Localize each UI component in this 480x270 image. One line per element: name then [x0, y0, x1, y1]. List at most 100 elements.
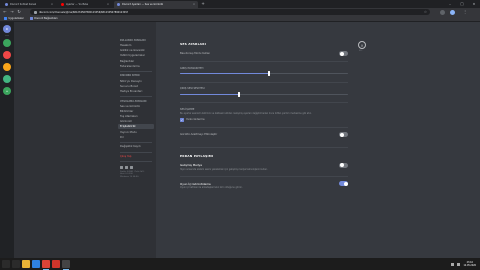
minimize-icon[interactable]: –	[444, 0, 456, 8]
network-icon[interactable]	[451, 262, 455, 266]
bookmark-label: Discord Bağlantıları	[34, 17, 58, 20]
discord-favicon-icon	[5, 3, 8, 6]
nav-divider	[120, 151, 152, 152]
divider	[180, 81, 348, 82]
bookmark-apps[interactable]: Uygulamalar	[4, 17, 24, 20]
maximize-icon[interactable]: □	[456, 0, 468, 8]
clock-date: 12.05.2020	[463, 264, 476, 267]
close-window-icon[interactable]: ×	[468, 0, 480, 8]
push-to-talk-row: Bas-Konuş Modu Kullan	[180, 51, 348, 56]
noise-label: Gürültü Azaltmayı Etkinleştir	[180, 133, 218, 136]
bookmark-label: Uygulamalar	[8, 17, 24, 20]
sensitivity-slider[interactable]	[180, 71, 348, 77]
add-server-icon[interactable]: +	[3, 87, 11, 95]
slider-fill	[180, 93, 239, 95]
section-divider	[180, 147, 348, 148]
slider-thumb[interactable]	[268, 71, 270, 76]
volume-icon[interactable]	[457, 262, 461, 266]
nav-divider	[120, 161, 152, 162]
nav-item-authorized-apps[interactable]: Yetkili Uygulamalar	[118, 53, 154, 58]
opera-icon[interactable]	[52, 260, 60, 268]
chrome-icon[interactable]	[42, 260, 50, 270]
close-tab-icon[interactable]: ×	[107, 3, 109, 6]
settings-content: Ses Ayarları Bas-Konuş Modu Kullan Giriş…	[156, 22, 480, 258]
nav-item-whats-new[interactable]: Değişiklik Kaydı	[118, 144, 154, 149]
nav-divider	[120, 96, 152, 97]
close-tab-icon[interactable]: ×	[51, 3, 53, 6]
forward-icon[interactable]: →	[9, 9, 15, 15]
server-icon[interactable]	[3, 75, 11, 83]
terminal-icon[interactable]	[62, 260, 70, 270]
reload-icon[interactable]: ↻	[16, 9, 22, 15]
stream-toggle[interactable]	[339, 162, 348, 168]
server-list: D +	[0, 22, 14, 258]
extension-icon[interactable]	[440, 9, 445, 15]
volume-slider[interactable]	[180, 91, 348, 97]
search-icon[interactable]	[12, 260, 20, 268]
menu-icon[interactable]: ⋮	[462, 9, 468, 15]
toggle-knob	[339, 132, 344, 137]
logout-button[interactable]: Çıkış Yap	[118, 154, 154, 159]
nav-item-nitro[interactable]: Nitro'yu Deneyin	[118, 78, 154, 83]
facebook-icon[interactable]	[125, 165, 128, 169]
version-line: Windows 10 64-Bit	[120, 176, 139, 179]
clock[interactable]: 23:16 12.05.2020	[463, 261, 476, 267]
nav-item-billing[interactable]: Faturalandırma	[118, 64, 154, 69]
youtube-favicon-icon	[61, 3, 64, 6]
echo-label: Yankı Giderme	[186, 118, 205, 121]
tab-title: Discord Ayarları — Ses ve Görüntü	[122, 3, 164, 6]
close-settings-button[interactable]: ×	[358, 41, 366, 49]
overlay-toggle[interactable]	[339, 181, 348, 186]
nav-header-app: Uygulama Ayarları	[120, 99, 147, 103]
new-tab-icon[interactable]: +	[200, 1, 206, 7]
browser-tab-3-active[interactable]: Discord Ayarları — Ses ve Görüntü ×	[114, 1, 198, 8]
home-discord-icon[interactable]: D	[3, 25, 11, 33]
slider-fill	[180, 73, 270, 74]
close-tab-icon[interactable]: ×	[193, 3, 195, 6]
processing-description: Bu ayarlar sesinizin iletimini ve kalite…	[180, 111, 312, 115]
bookmark-discord[interactable]: Discord Bağlantıları	[29, 17, 58, 20]
stream-label: Gelişmiş Medya	[180, 163, 203, 167]
sensitivity-caption: Giriş Hassasiyeti	[180, 66, 204, 70]
social-links	[118, 164, 154, 171]
back-icon[interactable]: ←	[2, 9, 8, 15]
nav-item-connections[interactable]: Bağlantılar	[118, 59, 154, 64]
noise-toggle[interactable]	[339, 132, 348, 137]
server-icon[interactable]	[3, 63, 11, 71]
toggle-knob	[339, 163, 344, 167]
browser-tab-2[interactable]: Ayarlar — YouTube ×	[58, 1, 112, 8]
section-title-voice: Ses Ayarları	[180, 42, 207, 46]
server-icon[interactable]	[3, 51, 11, 59]
start-menu-icon[interactable]	[2, 260, 10, 268]
slider-thumb[interactable]	[238, 91, 240, 97]
processing-caption: Ses İşleme	[180, 107, 195, 111]
browser-tabstrip: Discord Sohbet Kanalı × Ayarlar — YouTub…	[0, 0, 480, 8]
section-title-screen: Ekran Paylaşımı	[180, 153, 214, 158]
nav-item-voice-video[interactable]: Ses ve Görüntü	[118, 104, 154, 109]
browser-tab-1[interactable]: Discord Sohbet Kanalı ×	[2, 1, 56, 8]
nav-item-language[interactable]: Dil	[118, 135, 154, 140]
divider	[180, 126, 348, 127]
divider	[180, 175, 348, 176]
echo-row: ✓ Yankı Giderme	[180, 117, 348, 122]
server-divider	[5, 35, 9, 36]
file-explorer-icon[interactable]	[22, 260, 30, 268]
nav-item-streamer-mode[interactable]: Yayıncı Modu	[118, 129, 154, 134]
lock-icon	[34, 10, 37, 14]
twitter-icon[interactable]	[120, 165, 123, 169]
nav-item-gift-inventory[interactable]: Hediye Envanteri	[118, 89, 154, 94]
edge-icon[interactable]	[32, 260, 40, 268]
echo-checkbox[interactable]: ✓	[180, 117, 184, 122]
profile-avatar-icon[interactable]	[450, 9, 455, 15]
instagram-icon[interactable]	[130, 165, 133, 169]
server-icon[interactable]	[3, 39, 11, 47]
system-tray: 23:16 12.05.2020	[451, 258, 476, 270]
volume-caption: Çıkış Sesi Seviyesi	[180, 87, 205, 90]
bookmark-star-icon[interactable]: ☆	[424, 9, 427, 15]
push-to-talk-toggle[interactable]	[339, 51, 348, 56]
nav-divider	[120, 70, 152, 72]
overlay-description: Oyun içi katman ile arkadaşlarınızın kim…	[180, 186, 243, 189]
esc-label: ESC	[359, 50, 363, 52]
address-bar[interactable]: discord.com/channels/@me/681234567890123…	[30, 9, 430, 15]
push-to-talk-label: Bas-Konuş Modu Kullan	[180, 52, 211, 55]
